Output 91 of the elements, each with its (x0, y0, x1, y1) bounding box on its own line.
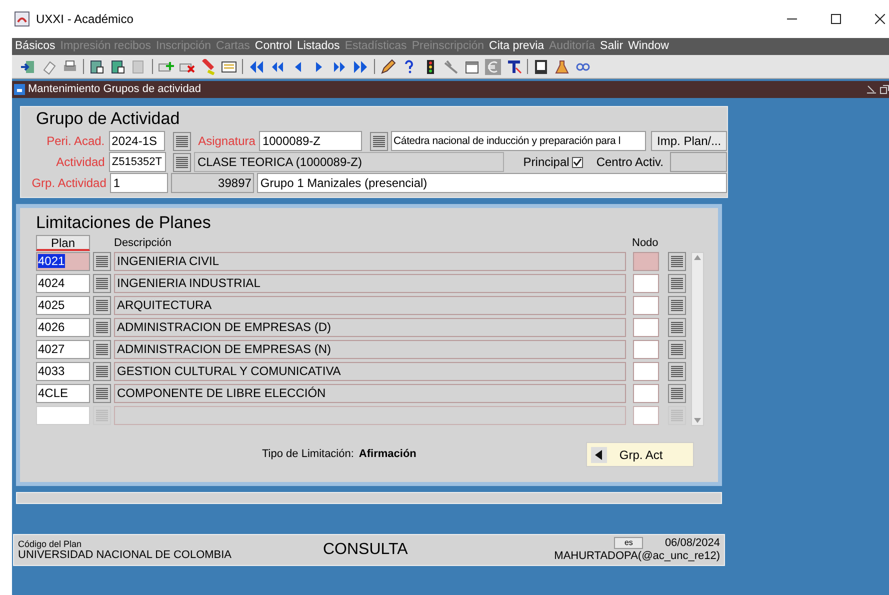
input-field[interactable] (670, 152, 727, 172)
principal-checkbox[interactable] (572, 156, 584, 168)
exit-icon[interactable] (20, 58, 36, 74)
pencil-icon[interactable] (380, 58, 396, 74)
input-field[interactable]: 1000089-Z (259, 131, 362, 151)
input-field[interactable]: 4024 (36, 274, 90, 293)
text-field[interactable]: Cátedra nacional de inducción y preparación para l (390, 131, 646, 151)
first-icon[interactable] (248, 58, 264, 74)
list-button[interactable] (668, 274, 686, 293)
list-button[interactable] (173, 152, 192, 172)
form-icon (14, 84, 25, 95)
list-icon[interactable] (221, 58, 237, 74)
menu-item[interactable]: Básicos (15, 38, 56, 56)
text-field[interactable]: CLASE TEORICA (1000089-Z) (194, 152, 504, 172)
field-label: Asignatura (198, 133, 256, 150)
menu-item[interactable]: Window (628, 38, 669, 56)
grp-act-button[interactable]: Grp. Act (586, 442, 694, 467)
list-button[interactable] (173, 132, 192, 150)
input-field[interactable]: 2024-1S (108, 131, 166, 151)
status-label: Código del Plan (18, 538, 82, 548)
column-header: Nodo (632, 236, 658, 250)
field-value: Afirmación (358, 447, 416, 462)
section-title: Limitaciones de Planes (36, 213, 212, 233)
input-field[interactable]: 4027 (36, 340, 90, 359)
checkbox-label: Principal (523, 154, 570, 171)
list-button[interactable] (93, 340, 111, 359)
minimize-icon[interactable] (867, 85, 876, 94)
column-header: Descripción (114, 236, 172, 250)
list-button[interactable] (93, 362, 111, 381)
mode-indicator: CONSULTA (323, 540, 409, 560)
input-field[interactable] (633, 406, 659, 425)
section-title: Grupo de Actividad (36, 109, 181, 129)
window-title: UXXI - Académico (36, 11, 134, 28)
list-button[interactable] (668, 362, 686, 381)
menu-item[interactable]: Salir (600, 38, 624, 56)
imp-plan-button[interactable]: Imp. Plan/... (651, 131, 727, 151)
input-field[interactable] (36, 406, 90, 425)
list-button[interactable] (93, 274, 111, 293)
field-label: Centro Activ. (596, 154, 664, 171)
text-format-icon[interactable] (506, 58, 522, 74)
list-button[interactable] (93, 318, 111, 337)
input-field[interactable]: Z515352T (108, 152, 166, 172)
app-icon (14, 11, 30, 27)
maximize-icon[interactable] (831, 14, 841, 24)
date-text: 06/08/2024 (664, 537, 720, 549)
text-field[interactable]: Grupo 1 Manizales (presencial) (257, 173, 727, 193)
user-text: MAHURTADOPA(@ac_unc_re12) (554, 549, 720, 563)
field-label: Peri. Acad. (46, 133, 105, 150)
list-button[interactable] (668, 384, 686, 403)
input-field[interactable] (633, 274, 659, 293)
input-field[interactable]: 4CLE (36, 384, 90, 403)
input-field[interactable]: 1 (110, 173, 168, 193)
column-header[interactable]: Plan (36, 235, 90, 251)
list-button[interactable] (668, 318, 686, 337)
status-text: UNIVERSIDAD NACIONAL DE COLOMBIA (18, 548, 233, 562)
input-field[interactable] (633, 296, 659, 315)
input-field[interactable] (633, 318, 659, 337)
flask-icon[interactable] (554, 58, 570, 74)
input-field[interactable] (633, 340, 659, 359)
field-label: Grp. Actividad (30, 175, 106, 192)
list-button[interactable] (93, 296, 111, 315)
close-icon[interactable] (875, 14, 885, 24)
field-label: Tipo de Limitación: (262, 447, 354, 462)
field-label: Actividad (55, 154, 105, 171)
language-indicator: es (614, 537, 643, 549)
marker-icon[interactable] (200, 58, 216, 74)
input-field[interactable]: 4033 (36, 362, 90, 381)
input-field[interactable]: 4026 (36, 318, 90, 337)
input-field[interactable] (633, 362, 659, 381)
database-query-icon[interactable] (89, 58, 105, 74)
calendar-icon[interactable] (464, 58, 480, 74)
menu-item[interactable]: Control (254, 38, 292, 56)
form-title: Mantenimiento Grupos de actividad (28, 82, 202, 98)
menu-item[interactable]: Listados (296, 38, 340, 56)
list-button[interactable] (668, 340, 686, 359)
list-button[interactable] (93, 252, 111, 271)
input-field[interactable]: 4021 (36, 252, 90, 271)
input-field[interactable]: 4025 (36, 296, 90, 315)
last-icon[interactable] (353, 58, 369, 74)
input-field[interactable] (633, 252, 659, 271)
database-query-icon[interactable] (110, 58, 126, 74)
tool-icon[interactable] (443, 58, 459, 74)
list-button[interactable] (668, 252, 686, 271)
list-button[interactable] (93, 384, 111, 403)
restore-icon[interactable] (880, 85, 889, 94)
menu-item[interactable]: Cita previa (489, 38, 544, 56)
text-field[interactable]: 39897 (171, 173, 254, 193)
eraser-icon[interactable] (41, 58, 57, 74)
input-field[interactable] (633, 384, 659, 403)
list-button[interactable] (668, 296, 686, 315)
list-button[interactable] (370, 132, 388, 150)
